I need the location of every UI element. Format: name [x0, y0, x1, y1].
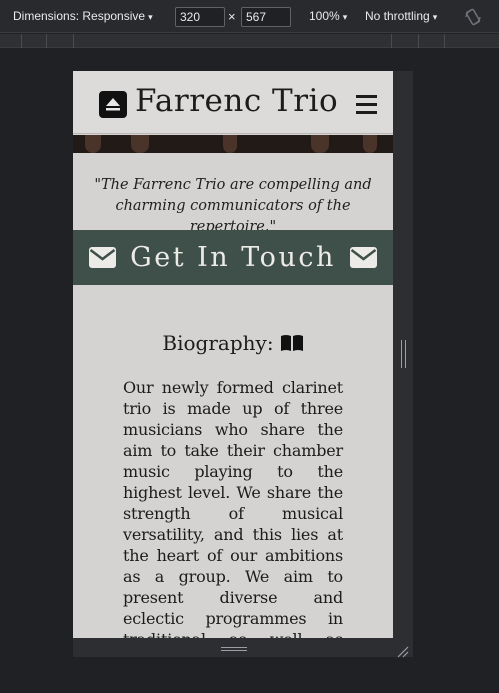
site-brand[interactable]: Farrenc Trio	[135, 83, 338, 119]
throttle-dropdown[interactable]: No throttling ▾	[365, 9, 437, 23]
media-query-ruler[interactable]	[0, 34, 499, 48]
throttle-label: No throttling	[365, 9, 430, 23]
device-toolbar: Dimensions: Responsive ▾ 320 × 567 100% ▾ …	[0, 0, 499, 33]
get-in-touch-label: Get In Touch	[130, 242, 336, 273]
chevron-down-icon: ▾	[342, 12, 348, 22]
width-input[interactable]: 320	[175, 7, 225, 27]
open-book-icon	[280, 335, 303, 351]
chevron-down-icon: ▾	[148, 12, 153, 22]
biography-heading: Biography:	[73, 331, 393, 355]
height-resize-handle[interactable]	[221, 646, 247, 652]
hero-image	[73, 135, 393, 153]
envelope-icon	[89, 247, 117, 268]
height-input[interactable]: 567	[241, 7, 291, 27]
hamburger-icon[interactable]	[356, 95, 377, 114]
biography-text: Our newly formed clarinet trio is made u…	[123, 378, 343, 638]
chevron-down-icon: ▾	[432, 12, 438, 22]
times-symbol: ×	[228, 9, 236, 24]
envelope-icon	[349, 247, 377, 268]
biography-title: Biography:	[162, 331, 274, 355]
rotate-icon[interactable]	[463, 7, 483, 27]
corner-resize-icon[interactable]	[397, 643, 409, 658]
eject-triangle-icon[interactable]	[99, 91, 127, 118]
get-in-touch-button[interactable]: Get In Touch	[73, 230, 393, 285]
zoom-label: 100%	[309, 9, 340, 23]
dimensions-dropdown[interactable]: Dimensions: Responsive ▾	[13, 9, 153, 23]
dimensions-label: Dimensions: Responsive	[13, 9, 146, 23]
width-resize-handle[interactable]	[401, 340, 406, 368]
site-navbar: Farrenc Trio	[73, 71, 393, 134]
emulated-page: Farrenc Trio "The Farrenc Trio are compe…	[73, 71, 393, 638]
press-quote: "The Farrenc Trio are compelling and cha…	[73, 153, 393, 235]
zoom-dropdown[interactable]: 100% ▾	[309, 9, 347, 23]
devtools-device-mode: Dimensions: Responsive ▾ 320 × 567 100% ▾ …	[0, 0, 499, 693]
